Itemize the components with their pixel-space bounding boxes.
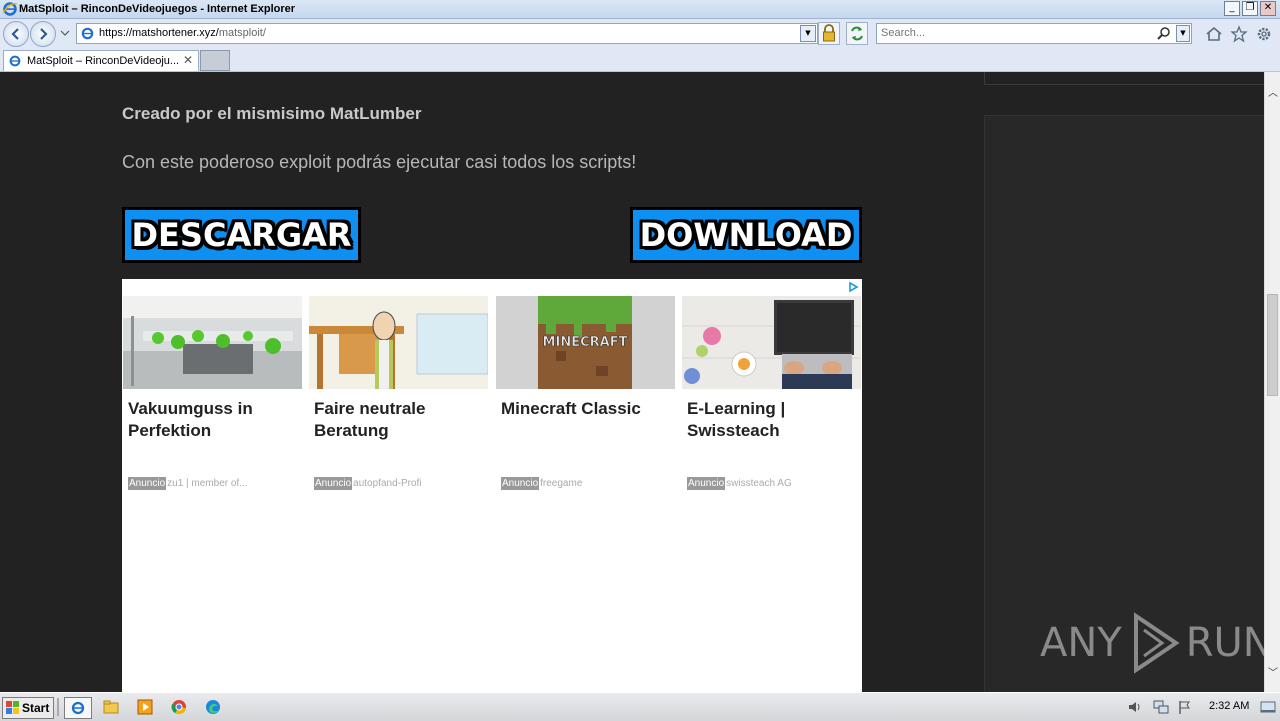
ad-meta: Anuncio zu1 | member of...: [128, 477, 298, 490]
ad-container: Vakuumguss in Perfektion Anuncio zu1 | me…: [122, 279, 862, 692]
volume-icon[interactable]: [1127, 699, 1143, 715]
sidebar-widget-top: [984, 72, 1264, 85]
ad-badge: Anuncio: [687, 477, 726, 490]
forward-button[interactable]: [30, 21, 56, 47]
start-label: Start: [22, 701, 50, 715]
scrollbar-thumb[interactable]: [1267, 294, 1278, 396]
scroll-up-icon[interactable]: ︿: [1268, 84, 1278, 99]
security-lock-button[interactable]: [818, 22, 840, 45]
adchoices-icon[interactable]: [847, 281, 859, 293]
back-button[interactable]: [3, 21, 29, 47]
tab-matsploit[interactable]: MatSploit – RinconDeVideoju... ✕: [3, 50, 199, 71]
ad-card[interactable]: MINECRAFT Minecraft Classic Anuncio freeg…: [496, 296, 675, 490]
window-title: MatSploit – RinconDeVideojuegos - Intern…: [19, 3, 296, 15]
search-input[interactable]: [881, 25, 1151, 40]
forward-arrow-icon: [40, 28, 48, 40]
address-dropdown-button[interactable]: ▼: [800, 25, 816, 42]
ad-card[interactable]: Vakuumguss in Perfektion Anuncio zu1 | me…: [123, 296, 302, 490]
taskbar-clock[interactable]: 2:32 AM: [1209, 700, 1249, 712]
minimize-button[interactable]: _: [1224, 1, 1240, 16]
anyrun-play-logo-icon: [1133, 612, 1180, 674]
minecraft-logo-text: MINECRAFT: [543, 335, 628, 350]
ad-thumbnail-cartoon[interactable]: [309, 296, 488, 389]
page-description: Con este poderoso exploit podrás ejecuta…: [122, 152, 637, 172]
new-tab-button[interactable]: [200, 50, 230, 71]
ad-badge: Anuncio: [128, 477, 167, 490]
ad-card[interactable]: E-Learning | Swissteach Anuncio swissteac…: [682, 296, 861, 490]
ie-tab-icon: [9, 55, 21, 67]
anyrun-watermark: ANY RUN: [1040, 612, 1264, 674]
home-icon[interactable]: [1205, 25, 1223, 43]
creator-heading: Creado por el mismisimo MatLumber: [122, 104, 422, 123]
network-icon[interactable]: [1153, 699, 1169, 715]
close-window-button[interactable]: ✕: [1260, 1, 1276, 16]
url-host: https://matshortener.xyz/: [99, 27, 219, 39]
ad-thumbnail-office[interactable]: [123, 296, 302, 389]
page-scrollbar[interactable]: ︿ ﹀: [1264, 72, 1280, 692]
scroll-down-icon[interactable]: ﹀: [1268, 664, 1278, 679]
history-dropdown-icon[interactable]: [60, 29, 70, 37]
download-button[interactable]: DOWNLOAD: [630, 207, 862, 263]
search-dropdown-button[interactable]: ▼: [1176, 25, 1190, 42]
search-icon[interactable]: [1157, 26, 1171, 40]
ad-meta: Anuncio freegame: [501, 477, 671, 490]
url-path: matsploit/: [218, 27, 266, 39]
tab-close-button[interactable]: ✕: [183, 53, 193, 67]
ad-title[interactable]: Minecraft Classic: [501, 398, 675, 464]
edge-icon: [206, 700, 220, 714]
action-center-flag-icon[interactable]: [1177, 699, 1193, 715]
url-text[interactable]: https://matshortener.xyz/matsploit/: [99, 26, 266, 41]
favorites-star-icon[interactable]: [1230, 25, 1248, 43]
settings-gear-icon[interactable]: [1255, 25, 1273, 43]
taskbar-internet-explorer[interactable]: [64, 697, 92, 719]
back-arrow-icon: [11, 28, 19, 40]
ad-source: zu1 | member of...: [167, 478, 248, 489]
chrome-icon: [171, 700, 186, 715]
refresh-button[interactable]: [846, 22, 868, 45]
ad-badge: Anuncio: [501, 477, 540, 490]
address-bar[interactable]: https://matshortener.xyz/matsploit/ ▼: [76, 23, 818, 44]
internet-explorer-icon: [2, 2, 18, 16]
start-button[interactable]: Start: [2, 697, 54, 719]
ad-title[interactable]: E-Learning | Swissteach: [687, 398, 861, 464]
search-box[interactable]: ▼: [876, 23, 1192, 44]
ad-meta: Anuncio autopfand-Profi: [314, 477, 484, 490]
taskbar-explorer[interactable]: [98, 697, 124, 717]
descargar-button[interactable]: DESCARGAR: [122, 207, 361, 263]
lock-icon: [823, 24, 835, 42]
ad-source: swissteach AG: [726, 478, 792, 489]
watermark-left: ANY: [1040, 620, 1122, 666]
windows-flag-icon: [6, 701, 19, 714]
ad-meta: Anuncio swissteach AG: [687, 477, 857, 490]
taskbar-chrome[interactable]: [166, 697, 192, 717]
watermark-right: RUN: [1185, 620, 1264, 666]
ie-page-icon: [81, 27, 94, 40]
refresh-icon: [851, 26, 863, 41]
navigation-bar: https://matshortener.xyz/matsploit/ ▼ ▼: [0, 19, 1280, 48]
taskbar-edge[interactable]: [200, 697, 226, 717]
ad-source: freegame: [540, 478, 583, 489]
windows-taskbar: Start 2:32 AM: [0, 692, 1280, 721]
ad-thumbnail-laptop[interactable]: [682, 296, 861, 389]
tab-label: MatSploit – RinconDeVideoju...: [27, 55, 180, 67]
ad-title[interactable]: Faire neutrale Beratung: [314, 398, 488, 464]
sidebar-widget: [984, 115, 1264, 692]
ad-card[interactable]: Faire neutrale Beratung Anuncio autopfand…: [309, 296, 488, 490]
folder-icon: [103, 700, 119, 714]
taskbar-media-player[interactable]: [132, 697, 158, 717]
ad-title[interactable]: Vakuumguss in Perfektion: [128, 398, 302, 464]
ad-thumbnail-minecraft[interactable]: MINECRAFT: [496, 296, 675, 389]
ad-source: autopfand-Profi: [353, 478, 422, 489]
web-page: Creado por el mismisimo MatLumber Con es…: [0, 72, 1264, 692]
tab-bar: MatSploit – RinconDeVideoju... ✕: [0, 48, 1280, 72]
restore-button[interactable]: ❐: [1242, 1, 1258, 16]
window-titlebar: MatSploit – RinconDeVideojuegos - Intern…: [0, 0, 1280, 19]
show-desktop-icon[interactable]: [1260, 699, 1276, 715]
media-player-icon: [137, 699, 153, 715]
taskbar-separator: [57, 698, 59, 716]
ad-badge: Anuncio: [314, 477, 353, 490]
internet-explorer-icon: [71, 701, 85, 715]
